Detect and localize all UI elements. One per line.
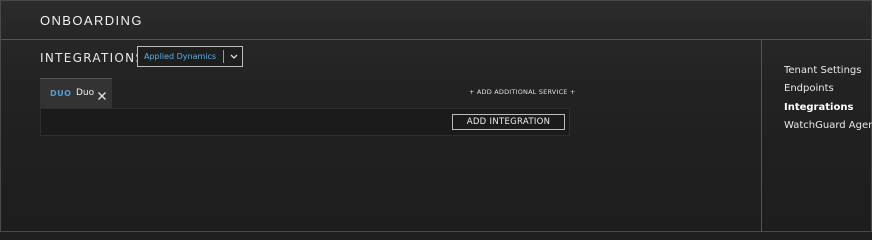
page-header: ONBOARDING — [1, 1, 871, 40]
account-dropdown[interactable]: Applied Dynamics — [137, 46, 243, 67]
add-additional-service-link[interactable]: + ADD ADDITIONAL SERVICE + — [469, 88, 576, 96]
dropdown-selected-value: Applied Dynamics — [144, 52, 217, 61]
sidebar-item-integrations[interactable]: Integrations — [784, 102, 853, 113]
section-title: INTEGRATIONS — [40, 51, 145, 65]
sidebar-item-watchguard-agent[interactable]: WatchGuard Agent — [784, 120, 872, 131]
chevron-down-icon[interactable] — [228, 49, 240, 63]
sidebar-item-tenant-settings[interactable]: Tenant Settings — [784, 65, 861, 76]
sidebar-item-endpoints[interactable]: Endpoints — [784, 83, 834, 94]
tab-label: Duo — [76, 88, 95, 98]
page-title: ONBOARDING — [40, 13, 143, 28]
tab-duo[interactable]: DUO Duo — [40, 78, 112, 108]
app-frame: ONBOARDING INTEGRATIONS Applied Dynamics… — [0, 0, 872, 232]
dropdown-divider — [223, 50, 224, 63]
add-integration-button[interactable]: ADD INTEGRATION — [452, 114, 565, 130]
right-sidebar: Tenant Settings Endpoints Integrations W… — [761, 40, 872, 232]
close-icon[interactable] — [97, 88, 107, 100]
duo-logo: DUO — [50, 89, 72, 98]
